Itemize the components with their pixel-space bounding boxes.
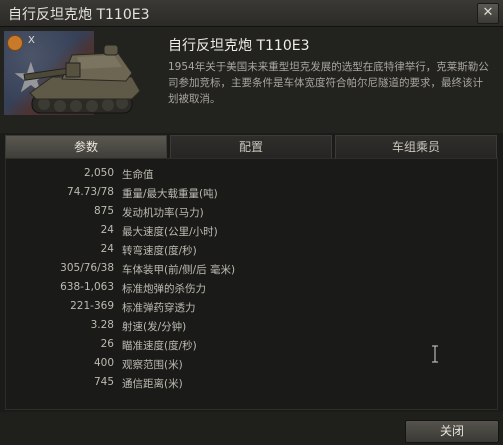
stat-value: 638-1,063 [60, 281, 114, 293]
stat-value: 875 [93, 205, 114, 217]
stat-row: 400 观察范围(米) [6, 357, 306, 376]
tier-badge-icon [7, 35, 23, 51]
stat-row: 26 瞄准速度(度/秒) [6, 338, 306, 357]
stat-row: 305/76/38 车体装甲(前/侧/后 毫米) [6, 262, 306, 281]
tab-configuration[interactable]: 配置 [170, 135, 332, 159]
stat-row: 24 转弯速度(度/秒) [6, 243, 306, 262]
tab-bar: 参数 配置 车组乘员 [5, 135, 498, 159]
stat-value: 24 [100, 243, 114, 255]
stats-panel: 2,050 生命值 74.73/78 重量/最大载重量(吨) 875 发动机功率… [5, 158, 498, 410]
stat-row: 638-1,063 标准炮弹的杀伤力 [6, 281, 306, 300]
stat-value: 2,050 [83, 167, 114, 179]
dialog-footer: 关闭 [0, 412, 503, 445]
stat-value: 305/76/38 [60, 262, 114, 274]
close-button[interactable]: 关闭 [405, 420, 499, 443]
stat-label: 观察范围(米) [122, 359, 183, 371]
stat-label: 最大速度(公里/小时) [122, 226, 218, 238]
stat-label: 通信距离(米) [122, 378, 183, 390]
stat-label: 射速(发/分钟) [122, 321, 187, 333]
stat-row: 2,050 生命值 [6, 167, 306, 186]
stat-label: 重量/最大载重量(吨) [122, 188, 218, 200]
stat-row: 24 最大速度(公里/小时) [6, 224, 306, 243]
stat-label: 车体装甲(前/侧/后 毫米) [122, 264, 236, 276]
stat-row: 74.73/78 重量/最大载重量(吨) [6, 186, 306, 205]
stat-row: 745 通信距离(米) [6, 376, 306, 395]
vehicle-name: 自行反坦克炮 T110E3 [168, 38, 310, 54]
vehicle-description: 1954年关于美国未来重型坦克发展的选型在底特律举行，克莱斯勒公司参加竞标，主要… [168, 61, 489, 105]
stat-label: 转弯速度(度/秒) [122, 245, 197, 257]
stat-label: 瞄准速度(度/秒) [122, 340, 197, 352]
stat-value: 24 [100, 224, 114, 236]
stat-value: 400 [93, 357, 114, 369]
stat-label: 发动机功率(马力) [122, 207, 204, 219]
window-close-button[interactable]: ✕ [477, 3, 499, 24]
window-title: 自行反坦克炮 T110E3 [8, 7, 150, 23]
tab-crew[interactable]: 车组乘员 [335, 135, 497, 159]
stat-row: 221-369 标准弹药穿透力 [6, 300, 306, 319]
text-cursor-icon [432, 345, 438, 363]
stat-value: 3.28 [90, 319, 114, 331]
stat-row: 3.28 射速(发/分钟) [6, 319, 306, 338]
tab-parameters[interactable]: 参数 [5, 135, 167, 159]
stat-row: 875 发动机功率(马力) [6, 205, 306, 224]
stat-value: 221-369 [70, 300, 114, 312]
stat-label: 生命值 [122, 169, 154, 181]
stat-value: 26 [100, 338, 114, 350]
vehicle-header: ★ X 自行反坦克炮 T110E3 1954年关于美国未来重型坦克发展的选型在底… [0, 27, 503, 133]
tank-image [23, 44, 141, 114]
stat-label: 标准炮弹的杀伤力 [122, 283, 206, 295]
stat-value: 745 [93, 376, 114, 388]
stat-value: 74.73/78 [67, 186, 114, 198]
window-titlebar: 自行反坦克炮 T110E3 ✕ [0, 0, 503, 27]
stat-label: 标准弹药穿透力 [122, 302, 196, 314]
